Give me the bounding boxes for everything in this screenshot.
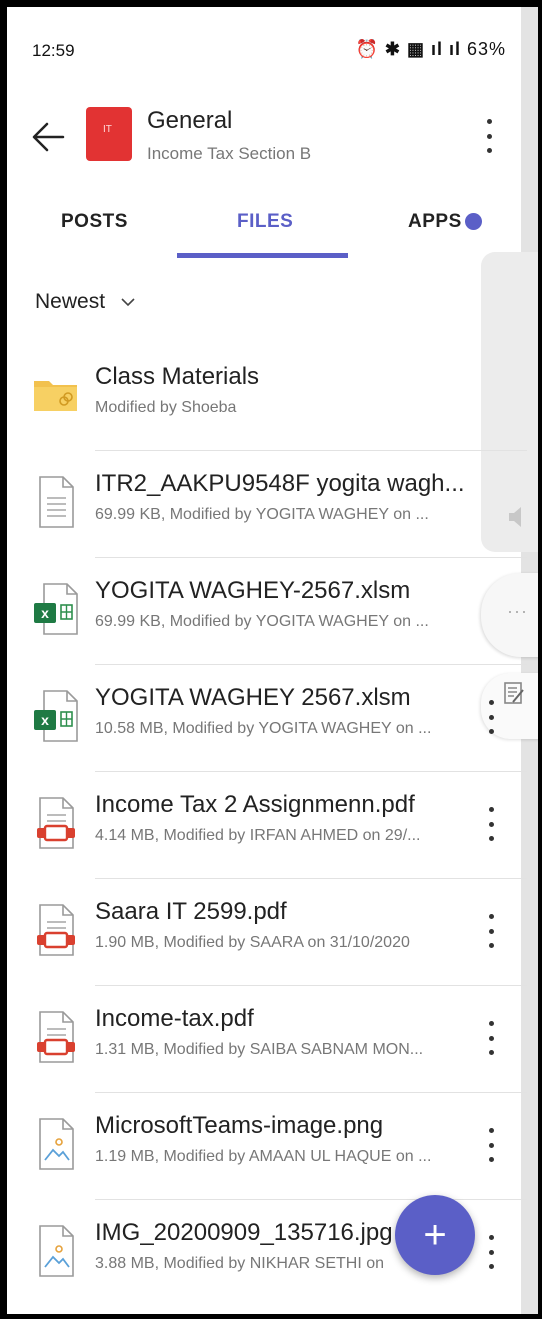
channel-title: General xyxy=(147,107,233,134)
sort-label: Newest xyxy=(35,290,106,313)
plus-icon: + xyxy=(423,1213,447,1257)
team-avatar: IT xyxy=(86,107,132,161)
app-frame: 12:59 ⏰ ✱ ▦ ıl ıl 63% IT General Income … xyxy=(0,0,542,1319)
file-meta: Modified by Shoeba xyxy=(95,399,237,416)
file-row[interactable]: ITR2_AAKPU9548F yogita wagh... 69.99 KB, … xyxy=(7,450,527,558)
file-name: ITR2_AAKPU9548F yogita wagh... xyxy=(95,470,465,497)
file-row[interactable]: x YOGITA WAGHEY 2567.xlsm 10.58 MB, Modifi… xyxy=(7,664,527,772)
pdf-file-icon xyxy=(31,795,81,851)
file-meta: 1.19 MB, Modified by AMAAN UL HAQUE on .… xyxy=(95,1148,432,1165)
excel-file-icon: x xyxy=(31,581,81,637)
svg-text:x: x xyxy=(41,712,49,728)
document-icon xyxy=(31,474,81,530)
chevron-down-icon xyxy=(121,298,135,307)
file-name: Saara IT 2599.pdf xyxy=(95,898,287,925)
tab-files[interactable]: FILES xyxy=(237,211,293,233)
file-name: Class Materials xyxy=(95,363,260,390)
file-name: Income-tax.pdf xyxy=(95,1005,254,1032)
status-indicators: ⏰ ✱ ▦ ıl ıl 63% xyxy=(355,39,506,60)
tab-posts[interactable]: POSTS xyxy=(61,211,128,233)
status-time: 12:59 xyxy=(32,41,75,60)
file-name: Income Tax 2 Assignmenn.pdf xyxy=(95,791,415,818)
file-more-options-icon[interactable] xyxy=(487,1235,495,1269)
file-meta: 10.58 MB, Modified by YOGITA WAGHEY on .… xyxy=(95,720,432,737)
svg-text:x: x xyxy=(41,605,49,621)
image-file-icon xyxy=(31,1223,81,1279)
tab-apps[interactable]: APPS xyxy=(408,211,462,233)
file-more-options-icon[interactable] xyxy=(487,914,495,948)
active-tab-indicator xyxy=(177,253,348,258)
apps-badge xyxy=(465,213,482,230)
file-more-options-icon[interactable] xyxy=(487,807,495,841)
team-initials: IT xyxy=(103,124,112,135)
battery-level: 63% xyxy=(466,39,506,59)
file-meta: 4.14 MB, Modified by IRFAN AHMED on 29/.… xyxy=(95,827,421,844)
file-name: YOGITA WAGHEY 2567.xlsm xyxy=(95,684,411,711)
status-bar: 12:59 ⏰ ✱ ▦ ıl ıl 63% xyxy=(7,7,538,87)
arrow-left-icon[interactable] xyxy=(29,117,69,157)
file-meta: 1.90 MB, Modified by SAARA on 31/10/2020 xyxy=(95,934,410,951)
file-more-options-icon[interactable] xyxy=(487,700,495,734)
file-row[interactable]: Income-tax.pdf 1.31 MB, Modified by SAIBA… xyxy=(7,985,527,1093)
excel-file-icon: x xyxy=(31,688,81,744)
team-subtitle: Income Tax Section B xyxy=(147,144,312,163)
more-options-icon[interactable] xyxy=(485,119,493,153)
pdf-file-icon xyxy=(31,1009,81,1065)
sort-dropdown[interactable]: Newest xyxy=(35,290,135,314)
file-row[interactable]: Saara IT 2599.pdf 1.90 MB, Modified by SA… xyxy=(7,878,527,986)
file-row[interactable]: MicrosoftTeams-image.png 1.19 MB, Modifie… xyxy=(7,1092,527,1200)
status-icons: ⏰ ✱ ▦ ıl ıl xyxy=(355,39,461,59)
file-meta: 69.99 KB, Modified by YOGITA WAGHEY on .… xyxy=(95,506,429,523)
file-name: YOGITA WAGHEY-2567.xlsm xyxy=(95,577,411,604)
file-row[interactable]: x YOGITA WAGHEY-2567.xlsm 69.99 KB, Modifi… xyxy=(7,557,527,665)
folder-icon xyxy=(31,367,81,423)
image-file-icon xyxy=(31,1116,81,1172)
file-row[interactable]: Class Materials Modified by Shoeba xyxy=(7,343,527,451)
file-more-options-icon[interactable] xyxy=(487,1021,495,1055)
file-meta: 1.31 MB, Modified by SAIBA SABNAM MON... xyxy=(95,1041,424,1058)
file-meta: 3.88 MB, Modified by NIKHAR SETHI on xyxy=(95,1255,384,1272)
file-more-options-icon[interactable] xyxy=(487,1128,495,1162)
add-file-button[interactable]: + xyxy=(395,1195,475,1275)
file-name: IMG_20200909_135716.jpg xyxy=(95,1219,393,1246)
file-meta: 69.99 KB, Modified by YOGITA WAGHEY on .… xyxy=(95,613,429,630)
file-row[interactable]: Income Tax 2 Assignmenn.pdf 4.14 MB, Modi… xyxy=(7,771,527,879)
file-name: MicrosoftTeams-image.png xyxy=(95,1112,384,1139)
pdf-file-icon xyxy=(31,902,81,958)
